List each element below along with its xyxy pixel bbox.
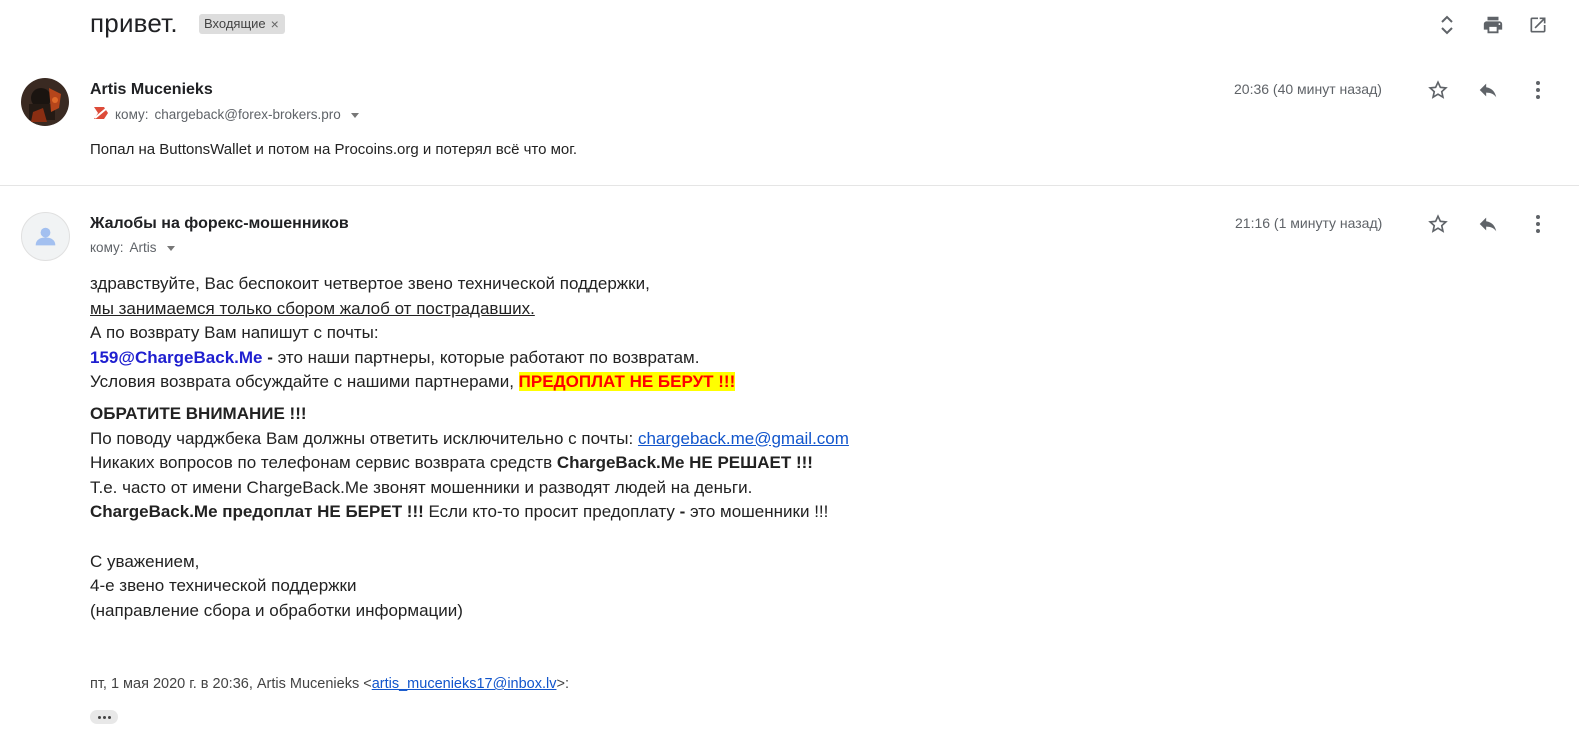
body-line: мы занимаемся только сбором жалоб от пос… (90, 297, 1090, 322)
recipient-prefix: кому: (90, 240, 124, 255)
expand-collapse-icon[interactable] (1435, 13, 1459, 37)
partner-email: 159@ChargeBack.Me (90, 347, 263, 367)
label-text: Входящие (204, 16, 266, 31)
signature-line: 4-е звено технической поддержки (90, 576, 357, 596)
signature-line: С уважением, (90, 551, 200, 571)
open-in-new-window-icon[interactable] (1526, 13, 1550, 37)
phone-text: Никаких вопросов по телефонам сервис воз… (90, 453, 557, 473)
reply-icon[interactable] (1476, 212, 1500, 236)
sender-avatar-photo[interactable] (21, 78, 69, 126)
message-body: здравствуйте, Вас беспокоит четвертое зв… (90, 272, 1090, 623)
more-options-icon[interactable] (1526, 78, 1550, 102)
signature-line: (направление сбора и обработки информаци… (90, 600, 463, 620)
recipient-prefix: кому: (115, 107, 149, 122)
chargeback-email-link[interactable]: chargeback.me@gmail.com (638, 429, 849, 448)
sender-avatar-default[interactable] (21, 212, 70, 261)
message-time: 21:16 (1 минуту назад) (1235, 215, 1383, 231)
body-line: Условия возврата обсуждайте с нашими пар… (90, 370, 1090, 395)
recipient-line: кому: chargeback@forex-brokers.pro (93, 106, 359, 123)
body-line: По поводу чарджбека Вам должны ответить … (90, 427, 1090, 452)
chargeback-text: По поводу чарджбека Вам должны ответить … (90, 428, 638, 448)
bold-notice: ChargeBack.Me предоплат НЕ БЕРЕТ !!! (90, 502, 424, 522)
body-line: 159@ChargeBack.Me - это наши партнеры, к… (90, 346, 1090, 371)
recipient-address: Artis (129, 240, 157, 255)
remove-label-icon[interactable]: × (271, 14, 279, 34)
print-icon[interactable] (1481, 13, 1505, 37)
dot (102, 715, 106, 719)
attention-heading: ОБРАТИТЕ ВНИМАНИЕ !!! (90, 403, 307, 423)
more-options-icon[interactable] (1526, 212, 1550, 236)
partner-text: это наши партнеры, которые работают по в… (277, 347, 700, 367)
quote-email-link[interactable]: artis_mucenieks17@inbox.lv (372, 676, 557, 692)
thread-subject: привет. (90, 8, 178, 38)
dot (107, 715, 111, 719)
sender-name: Жалобы на форекс-мошенников (90, 215, 349, 232)
quoted-header: пт, 1 мая 2020 г. в 20:36, Artis Mucenie… (90, 676, 569, 692)
scam-text: это мошенники !!! (685, 502, 829, 522)
reply-icon[interactable] (1476, 78, 1500, 102)
bold-notice: ChargeBack.Me НЕ РЕШАЕТ !!! (556, 453, 813, 473)
sender-name: Artis Mucenieks (90, 81, 213, 98)
important-marker-icon[interactable] (93, 106, 109, 123)
quote-prefix: пт, 1 мая 2020 г. в 20:36, Artis Mucenie… (90, 676, 372, 692)
quote-suffix: >: (556, 676, 570, 692)
body-line: ChargeBack.Me предоплат НЕ БЕРЕТ !!! Есл… (90, 500, 1090, 525)
show-details-chevron-icon[interactable] (166, 246, 175, 251)
star-icon[interactable] (1426, 78, 1450, 102)
prepay-text: Если кто-то просит предоплату (423, 502, 680, 522)
show-trimmed-content-button[interactable] (90, 710, 118, 724)
inbox-label-chip[interactable]: Входящие × (199, 14, 285, 34)
underlined-text: мы занимаемся только сбором жалоб от пос… (90, 298, 535, 318)
dot (97, 715, 101, 719)
highlighted-warning: ПРЕДОПЛАТ НЕ БЕРУТ !!! (518, 372, 736, 392)
message-snippet[interactable]: Попал на ButtonsWallet и потом на Procoi… (90, 141, 577, 158)
message-divider (0, 185, 1579, 186)
body-line: здравствуйте, Вас беспокоит четвертое зв… (90, 274, 650, 293)
show-details-chevron-icon[interactable] (350, 113, 359, 118)
message-time: 20:36 (40 минут назад) (1234, 81, 1382, 97)
star-icon[interactable] (1426, 212, 1450, 236)
recipient-address: chargeback@forex-brokers.pro (154, 107, 341, 122)
conditions-text: Условия возврата обсуждайте с нашими пар… (90, 372, 519, 392)
dash: - (262, 347, 278, 367)
body-line: Т.е. часто от имени ChargeBack.Me звонят… (90, 477, 753, 497)
body-line: А по возврату Вам напишут с почты: (90, 323, 379, 343)
body-line: Никаких вопросов по телефонам сервис воз… (90, 451, 1090, 476)
recipient-line: кому: Artis (90, 240, 175, 255)
